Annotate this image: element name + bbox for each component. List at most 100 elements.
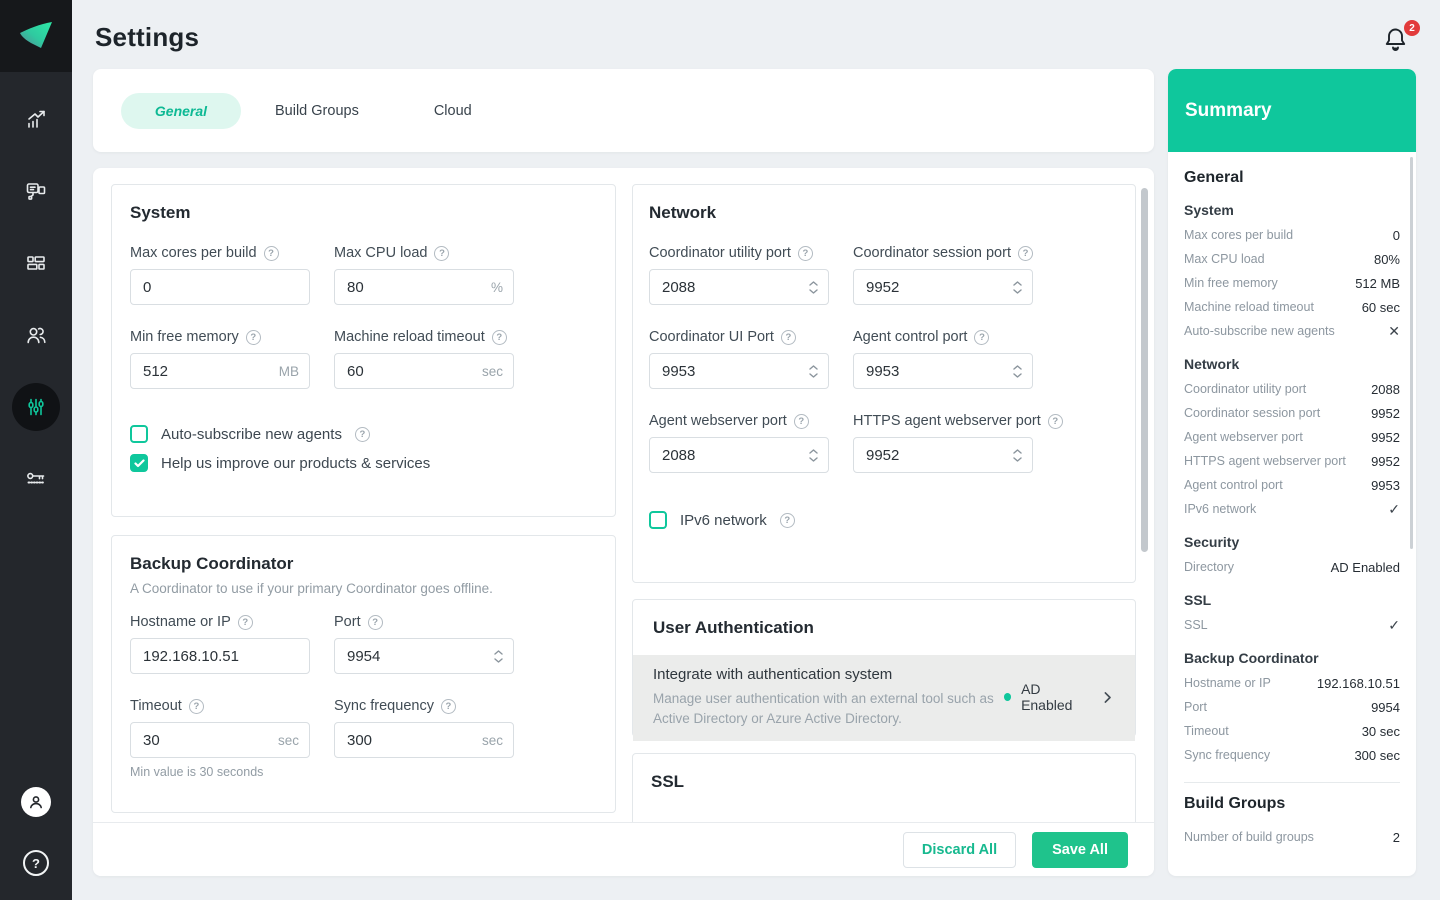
summary-ssl-heading: SSL (1184, 592, 1212, 608)
discard-all-button[interactable]: Discard All (902, 831, 1017, 868)
chevron-down-icon[interactable] (494, 657, 503, 663)
tab-cloud[interactable]: Cloud (434, 95, 472, 127)
sidebar-item-analytics[interactable] (12, 95, 60, 143)
chevron-up-icon[interactable] (1013, 364, 1022, 370)
sidebar-item-boards[interactable] (12, 239, 60, 287)
help-icon[interactable]: ? (440, 698, 456, 714)
scrollbar-thumb[interactable] (1410, 157, 1413, 549)
machine-reload-timeout-input[interactable] (347, 362, 476, 380)
coordinator-ui-port-input[interactable] (662, 362, 803, 380)
number-stepper[interactable] (809, 448, 818, 462)
chevron-down-icon[interactable] (1013, 456, 1022, 462)
chevron-down-icon[interactable] (1013, 288, 1022, 294)
summary-row: IPv6 network ✓ (1184, 500, 1400, 517)
max-cores-input[interactable] (143, 278, 299, 296)
license-key-icon (27, 472, 45, 484)
coordinator-ui-port-input-box[interactable] (649, 353, 829, 389)
backup-port-input[interactable] (347, 647, 488, 665)
sync-frequency-input[interactable] (347, 731, 476, 749)
sync-frequency-input-box[interactable]: sec (334, 722, 514, 758)
chevron-down-icon[interactable] (809, 456, 818, 462)
hostname-input-box[interactable] (130, 638, 310, 674)
chevron-right-icon (1104, 691, 1111, 703)
auth-integration-row[interactable]: Integrate with authentication system Man… (633, 655, 1135, 742)
chevron-up-icon[interactable] (809, 364, 818, 370)
auto-subscribe-checkbox[interactable] (130, 425, 148, 443)
help-icon[interactable]: ? (779, 512, 795, 528)
coordinator-utility-port-input[interactable] (662, 278, 803, 296)
help-icon[interactable]: ? (354, 426, 370, 442)
user-avatar[interactable] (21, 787, 51, 817)
backup-port-input-box[interactable] (334, 638, 514, 674)
help-icon[interactable]: ? (793, 413, 809, 429)
machine-reload-timeout-input-box[interactable]: sec (334, 353, 514, 389)
scrollbar-thumb[interactable] (1141, 188, 1148, 552)
agent-control-port-input[interactable] (866, 362, 1007, 380)
sidebar-item-builds[interactable] (12, 167, 60, 215)
number-stepper[interactable] (809, 280, 818, 294)
chevron-down-icon[interactable] (809, 288, 818, 294)
chevron-up-icon[interactable] (809, 448, 818, 454)
min-free-memory-input[interactable] (143, 362, 273, 380)
auth-integration-title: Integrate with authentication system (653, 666, 893, 683)
hostname-input[interactable] (143, 647, 299, 665)
auto-subscribe-checkbox-row[interactable]: Auto-subscribe new agents ? (130, 425, 595, 443)
help-icon: ? (32, 855, 40, 871)
number-stepper[interactable] (1013, 364, 1022, 378)
field-label: Coordinator utility port (649, 245, 791, 261)
help-icon[interactable]: ? (491, 329, 507, 345)
help-icon[interactable]: ? (974, 329, 990, 345)
app-logo[interactable] (0, 0, 72, 72)
sidebar-item-agents[interactable] (12, 311, 60, 359)
min-free-memory-input-box[interactable]: MB (130, 353, 310, 389)
agent-control-port-input-box[interactable] (853, 353, 1033, 389)
coordinator-session-port-input[interactable] (866, 278, 1007, 296)
help-icon[interactable]: ? (245, 329, 261, 345)
chevron-down-icon[interactable] (809, 372, 818, 378)
summary-system-heading: System (1184, 202, 1234, 218)
sidebar-item-settings[interactable] (12, 383, 60, 431)
backup-timeout-input-box[interactable]: sec (130, 722, 310, 758)
improve-products-checkbox[interactable] (130, 454, 148, 472)
coordinator-utility-port-input-box[interactable] (649, 269, 829, 305)
help-icon[interactable]: ? (237, 614, 253, 630)
max-cores-input-box[interactable] (130, 269, 310, 305)
help-icon[interactable]: ? (188, 698, 204, 714)
help-icon[interactable]: ? (367, 614, 383, 630)
https-agent-webserver-port-input-box[interactable] (853, 437, 1033, 473)
number-stepper[interactable] (1013, 280, 1022, 294)
coordinator-session-port-input-box[interactable] (853, 269, 1033, 305)
help-icon[interactable]: ? (263, 245, 279, 261)
field-backup-port: Port? (334, 614, 514, 674)
improve-products-checkbox-row[interactable]: Help us improve our products & services (130, 454, 595, 472)
number-stepper[interactable] (809, 364, 818, 378)
help-icon[interactable]: ? (780, 329, 796, 345)
ipv6-checkbox[interactable] (649, 511, 667, 529)
tab-build-groups[interactable]: Build Groups (275, 95, 359, 127)
agent-webserver-port-input[interactable] (662, 446, 803, 464)
backup-timeout-input[interactable] (143, 731, 272, 749)
number-stepper[interactable] (1013, 448, 1022, 462)
max-cpu-load-input[interactable] (347, 278, 485, 296)
chevron-up-icon[interactable] (494, 649, 503, 655)
sidebar-item-license[interactable] (12, 455, 60, 503)
max-cpu-load-input-box[interactable]: % (334, 269, 514, 305)
help-button[interactable]: ? (23, 850, 49, 876)
chevron-down-icon[interactable] (1013, 372, 1022, 378)
help-icon[interactable]: ? (1047, 413, 1063, 429)
help-icon[interactable]: ? (434, 245, 450, 261)
number-stepper[interactable] (494, 649, 503, 663)
help-icon[interactable]: ? (1017, 245, 1033, 261)
chevron-up-icon[interactable] (1013, 280, 1022, 286)
tab-general[interactable]: General (121, 92, 241, 129)
sidebar: ? (0, 0, 72, 900)
chevron-up-icon[interactable] (1013, 448, 1022, 454)
chevron-up-icon[interactable] (809, 280, 818, 286)
save-all-button[interactable]: Save All (1032, 831, 1128, 868)
https-agent-webserver-port-input[interactable] (866, 446, 1007, 464)
summary-row: Agent control port 9953 (1184, 477, 1400, 493)
agent-webserver-port-input-box[interactable] (649, 437, 829, 473)
notifications-button[interactable]: 2 (1382, 20, 1420, 59)
help-icon[interactable]: ? (797, 245, 813, 261)
ipv6-checkbox-row[interactable]: IPv6 network ? (649, 511, 1115, 529)
